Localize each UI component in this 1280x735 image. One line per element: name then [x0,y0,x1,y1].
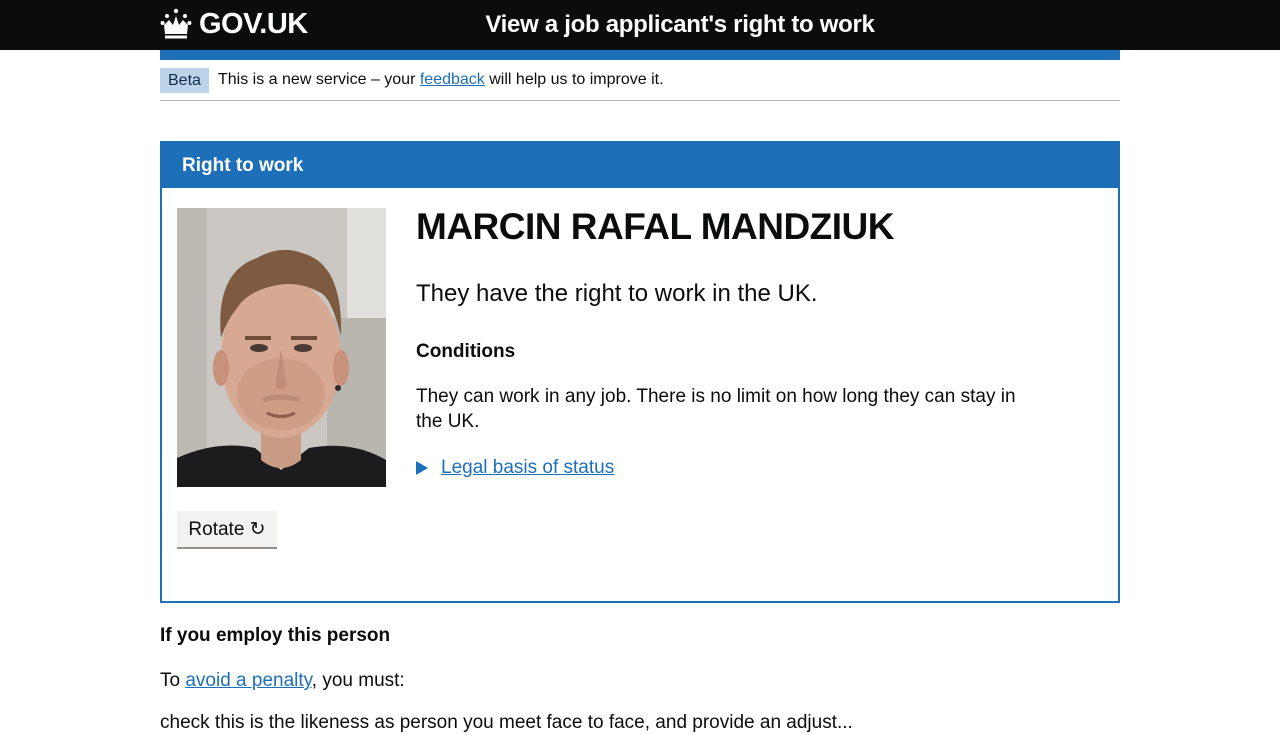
card-title: Right to work [182,155,304,176]
legal-basis-details[interactable]: Legal basis of status [416,455,614,480]
service-name[interactable]: View a job applicant's right to work [440,9,920,41]
banner-text-after: will help us to improve it. [489,71,664,88]
header-blue-rule [160,50,1120,60]
phase-banner-text: This is a new service – your feedback wi… [218,69,664,91]
legal-basis-link[interactable]: Legal basis of status [441,455,614,480]
conditions-heading: Conditions [416,341,516,362]
feedback-link[interactable]: feedback [420,71,485,88]
rotate-button[interactable]: Rotate ↻ [177,511,277,549]
avoid-penalty-link[interactable]: avoid a penalty [185,670,311,691]
govuk-logo-text: GOV.UK [199,8,308,40]
govuk-logo-link[interactable]: GOV.UK [160,6,308,42]
employ-heading: If you employ this person [160,625,391,646]
beta-tag: Beta [160,68,209,93]
conditions-text: They can work in any job. There is no li… [416,386,1016,432]
employ-intro-before: To [160,670,181,691]
employ-first-step-text: check this is the likeness as person you… [160,712,853,733]
phase-banner: Beta This is a new service – your feedba… [160,60,1120,101]
card-header: Right to work [162,143,1118,188]
triangle-right-icon [416,460,428,475]
page-header: GOV.UK View a job applicant's right to w… [0,0,1280,50]
applicant-name: MARCIN RAFAL MANDZIUK [416,206,895,247]
banner-text-before: This is a new service – your [218,71,416,88]
crown-icon [160,8,192,39]
employ-intro-after: , you must: [311,670,405,691]
applicant-portrait-image [177,208,386,487]
employ-intro: To avoid a penalty, you must: [160,668,405,693]
right-to-work-card: Right to work Rotate ↻ MARCIN RAFAL MAND… [160,141,1120,603]
right-to-work-status: They have the right to work in the UK. [416,280,818,307]
applicant-photo [177,208,386,487]
